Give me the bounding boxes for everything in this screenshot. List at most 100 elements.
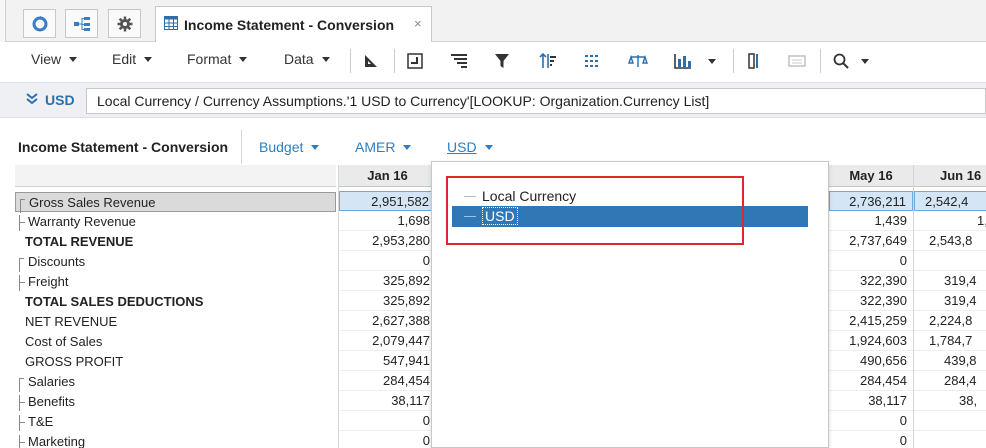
grid-cell[interactable]: 319,4 xyxy=(914,291,986,311)
row-header[interactable]: Freight xyxy=(15,272,336,292)
grid-cell[interactable]: 284,4 xyxy=(914,371,986,391)
row-header[interactable]: TOTAL REVENUE xyxy=(15,232,336,252)
grid-cell[interactable]: 38,117 xyxy=(829,391,913,411)
grid-cell[interactable]: 325,892 xyxy=(339,271,436,291)
grid-cell[interactable]: 1,698 xyxy=(339,211,436,231)
column-header[interactable]: Jan 16 xyxy=(339,165,436,187)
grid-cell[interactable]: 38, xyxy=(914,391,986,411)
row-header-label: Marketing xyxy=(28,434,86,448)
grid-cell[interactable]: 439,8 xyxy=(914,351,986,371)
grid-cell[interactable]: 1,439 xyxy=(829,211,913,231)
row-header[interactable]: Discounts xyxy=(15,252,336,272)
grid-cell[interactable]: 2,737,649 xyxy=(829,231,913,251)
grid-cell[interactable]: 2,951,582 xyxy=(339,191,436,211)
row-header[interactable]: Benefits xyxy=(15,392,336,412)
row-header[interactable]: Gross Sales Revenue xyxy=(15,192,336,213)
grid-cell[interactable]: 322,390 xyxy=(829,271,913,291)
menu-format-label: Format xyxy=(187,51,232,67)
tree-connector xyxy=(19,378,24,392)
row-header[interactable]: NET REVENUE xyxy=(15,312,336,332)
grid-cell[interactable]: 547,941 xyxy=(339,351,436,371)
menu-view[interactable]: View xyxy=(31,51,78,67)
grid-cell[interactable]: 0 xyxy=(339,411,436,431)
grid-cell[interactable]: 284,454 xyxy=(339,371,436,391)
grid-cell[interactable]: 319,4 xyxy=(914,271,986,291)
refresh-icon[interactable] xyxy=(23,9,56,38)
menu-edit[interactable]: Edit xyxy=(112,51,153,67)
tab-income-statement[interactable]: Income Statement - Conversion × xyxy=(155,6,432,42)
hierarchy-icon[interactable] xyxy=(65,9,98,38)
align-lines-icon[interactable] xyxy=(447,49,471,73)
grid-cell[interactable]: 0 xyxy=(829,411,913,431)
search-icon[interactable] xyxy=(829,49,853,73)
grid-dots-icon[interactable] xyxy=(581,49,605,73)
chevron-down-icon[interactable] xyxy=(861,59,869,64)
menu-data[interactable]: Data xyxy=(284,51,330,67)
grid-cell[interactable]: 2,079,447 xyxy=(339,331,436,351)
gear-icon[interactable] xyxy=(108,9,141,38)
close-icon[interactable]: × xyxy=(414,16,422,31)
toolbar-divider xyxy=(733,49,734,73)
grid-cell[interactable]: 490,656 xyxy=(829,351,913,371)
context-selector-version[interactable]: Budget xyxy=(259,139,320,155)
grid-cell[interactable] xyxy=(914,431,986,448)
grid-cell[interactable] xyxy=(914,251,986,271)
column-header[interactable]: May 16 xyxy=(829,165,913,187)
module-title: Income Statement - Conversion xyxy=(18,139,229,155)
balance-scale-icon[interactable] xyxy=(626,49,650,73)
context-selector-label: Budget xyxy=(259,139,304,155)
chevron-down-icon xyxy=(144,56,153,62)
grid-cell[interactable]: 1,784,7 xyxy=(914,331,986,351)
chevron-down-icon[interactable] xyxy=(708,59,716,64)
tab-strip: Income Statement - Conversion × xyxy=(0,0,986,42)
grid-cell[interactable]: 2,415,259 xyxy=(829,311,913,331)
grid-cell[interactable]: 2,542,4 xyxy=(914,191,986,211)
row-header[interactable]: TOTAL SALES DEDUCTIONS xyxy=(15,292,336,312)
filter-icon[interactable] xyxy=(490,49,514,73)
column-header[interactable]: Jun 16 xyxy=(914,165,986,187)
row-header[interactable]: Cost of Sales xyxy=(15,332,336,352)
grid-cell[interactable]: 284,454 xyxy=(829,371,913,391)
row-header[interactable]: Warranty Revenue xyxy=(15,212,336,232)
bar-chart-icon[interactable] xyxy=(671,49,695,73)
formula-bar: USD Local Currency / Currency Assumption… xyxy=(0,82,986,118)
double-chevron-down-icon[interactable] xyxy=(26,93,38,108)
table-icon xyxy=(164,16,178,33)
toolbar-divider xyxy=(394,49,395,73)
menu-format[interactable]: Format xyxy=(187,51,248,67)
context-selector-label: AMER xyxy=(355,139,396,155)
page-icon[interactable] xyxy=(785,49,809,73)
context-selector-currency[interactable]: USD xyxy=(447,139,493,155)
formula-input[interactable]: Local Currency / Currency Assumptions.'1… xyxy=(86,88,986,114)
grid-cell[interactable]: 1,924,603 xyxy=(829,331,913,351)
column-insert-icon[interactable] xyxy=(742,49,766,73)
grid-cell[interactable]: 2,224,8 xyxy=(914,311,986,331)
context-selector-region[interactable]: AMER xyxy=(355,139,412,155)
grid-cell[interactable]: 38,117 xyxy=(339,391,436,411)
grid-cell[interactable]: 322,390 xyxy=(829,291,913,311)
sort-icon[interactable] xyxy=(536,49,560,73)
grid-cell[interactable]: 2,543,8 xyxy=(914,231,986,251)
grid-cell[interactable]: 325,892 xyxy=(339,291,436,311)
menu-edit-label: Edit xyxy=(112,51,137,67)
grid-cell[interactable]: 0 xyxy=(829,431,913,448)
freeze-pane-icon[interactable] xyxy=(403,49,427,73)
grid-cell[interactable]: 2,736,211 xyxy=(829,191,913,211)
grid-cell[interactable]: 0 xyxy=(339,251,436,271)
row-header[interactable]: GROSS PROFIT xyxy=(15,352,336,372)
grid-cell[interactable]: 0 xyxy=(829,251,913,271)
grid-cell[interactable]: 2,627,388 xyxy=(339,311,436,331)
menu-view-label: View xyxy=(31,51,62,67)
grid-cell[interactable] xyxy=(914,411,986,431)
row-header[interactable]: Marketing xyxy=(15,432,336,448)
grid-cell[interactable]: 1, xyxy=(914,211,986,231)
grid-corner xyxy=(15,165,336,187)
row-header[interactable]: Salaries xyxy=(15,372,336,392)
grid-cell[interactable]: 0 xyxy=(339,431,436,448)
row-header[interactable]: T&E xyxy=(15,412,336,432)
chevron-down-icon xyxy=(403,144,412,150)
grid-cell[interactable]: 2,953,280 xyxy=(339,231,436,251)
row-header-label: TOTAL REVENUE xyxy=(25,234,134,249)
row-header-label: Freight xyxy=(28,274,69,289)
triangle-ruler-icon[interactable] xyxy=(359,49,383,73)
